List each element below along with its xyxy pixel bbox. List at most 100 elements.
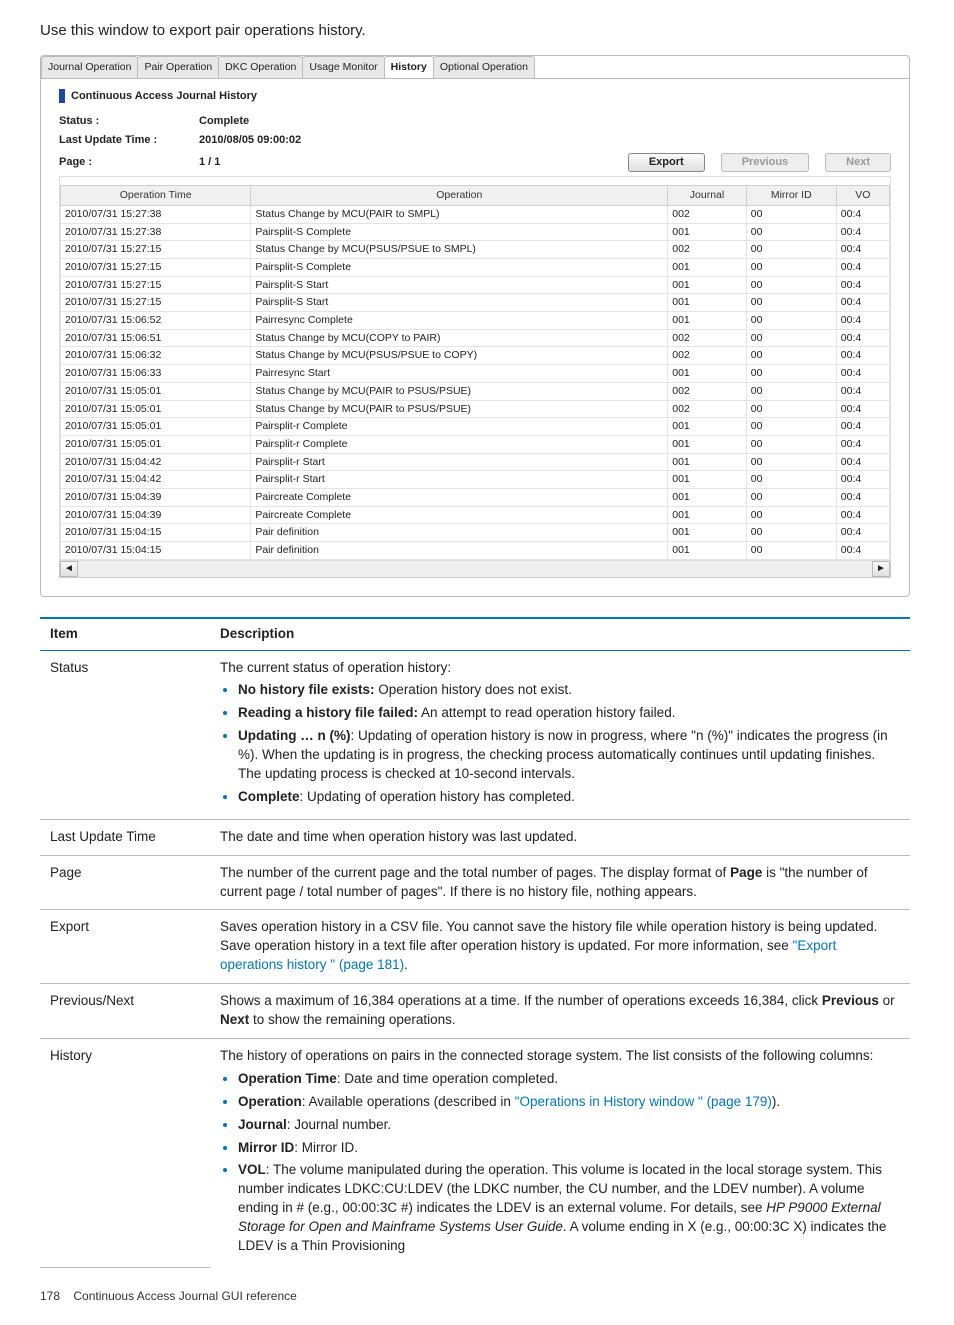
row-export-key: Export xyxy=(40,910,210,984)
grid-cell: 002 xyxy=(668,400,747,418)
grid-cell: 001 xyxy=(668,453,747,471)
t: : Updating of operation history has comp… xyxy=(300,789,575,804)
grid-cell: Status Change by MCU(PAIR to SMPL) xyxy=(251,205,668,223)
table-row[interactable]: 2010/07/31 15:04:15Pair definition001000… xyxy=(61,542,890,560)
grid-cell: 2010/07/31 15:27:38 xyxy=(61,205,251,223)
grid-header[interactable]: Operation Time xyxy=(61,186,251,206)
table-row[interactable]: 2010/07/31 15:04:15Pair definition001000… xyxy=(61,524,890,542)
grid-cell: 00 xyxy=(746,276,836,294)
table-row[interactable]: 2010/07/31 15:27:15Pairsplit-S Start0010… xyxy=(61,294,890,312)
table-row[interactable]: 2010/07/31 15:06:32Status Change by MCU(… xyxy=(61,347,890,365)
grid-cell: 00 xyxy=(746,506,836,524)
t: to show the remaining operations. xyxy=(249,1012,455,1027)
tab-optional-operation[interactable]: Optional Operation xyxy=(433,56,535,78)
tab-pair-operation[interactable]: Pair Operation xyxy=(137,56,219,78)
grid-header[interactable]: Journal xyxy=(668,186,747,206)
grid-cell: 002 xyxy=(668,329,747,347)
table-row[interactable]: 2010/07/31 15:04:39Paircreate Complete00… xyxy=(61,506,890,524)
page-number: 178 xyxy=(40,1289,60,1303)
tab-history[interactable]: History xyxy=(384,56,434,78)
grid-cell: Status Change by MCU(PAIR to PSUS/PSUE) xyxy=(251,400,668,418)
grid-cell: Pairsplit-r Start xyxy=(251,471,668,489)
grid-header[interactable]: Mirror ID xyxy=(746,186,836,206)
page-label: Page : xyxy=(59,155,199,170)
grid-cell: Paircreate Complete xyxy=(251,488,668,506)
t: The number of the current page and the t… xyxy=(220,865,730,880)
grid-cell: 2010/07/31 15:04:42 xyxy=(61,471,251,489)
grid-cell: 001 xyxy=(668,418,747,436)
grid-cell: 00 xyxy=(746,400,836,418)
grid-cell: 001 xyxy=(668,506,747,524)
grid-cell: 2010/07/31 15:05:01 xyxy=(61,435,251,453)
table-row[interactable]: 2010/07/31 15:05:01Status Change by MCU(… xyxy=(61,382,890,400)
grid-cell: Status Change by MCU(PSUS/PSUE to SMPL) xyxy=(251,241,668,259)
table-row[interactable]: 2010/07/31 15:27:38Status Change by MCU(… xyxy=(61,205,890,223)
grid-cell: 2010/07/31 15:06:32 xyxy=(61,347,251,365)
scroll-left-icon[interactable]: ◄ xyxy=(60,561,78,577)
grid-cell: 00:4 xyxy=(836,347,889,365)
grid-header[interactable]: VO xyxy=(836,186,889,206)
grid-cell: Pairresync Complete xyxy=(251,312,668,330)
grid-cell: 00:4 xyxy=(836,294,889,312)
previous-button[interactable]: Previous xyxy=(721,153,809,172)
grid-cell: 00 xyxy=(746,488,836,506)
t: Operation history does not exist. xyxy=(375,682,572,697)
table-row[interactable]: 2010/07/31 15:06:51Status Change by MCU(… xyxy=(61,329,890,347)
description-table: Item Description Status The current stat… xyxy=(40,617,910,1269)
table-row[interactable]: 2010/07/31 15:04:42Pairsplit-r Start0010… xyxy=(61,471,890,489)
grid-cell: 00:4 xyxy=(836,471,889,489)
table-row[interactable]: 2010/07/31 15:27:15Pairsplit-S Complete0… xyxy=(61,259,890,277)
t: : Journal number. xyxy=(287,1117,391,1132)
grid-cell: Pairsplit-r Start xyxy=(251,453,668,471)
grid-cell: 00:4 xyxy=(836,312,889,330)
grid-cell: 2010/07/31 15:05:01 xyxy=(61,382,251,400)
grid-cell: 00 xyxy=(746,347,836,365)
table-row[interactable]: 2010/07/31 15:27:38Pairsplit-S Complete0… xyxy=(61,223,890,241)
row-export-desc: Saves operation history in a CSV file. Y… xyxy=(210,910,910,984)
t: Shows a maximum of 16,384 operations at … xyxy=(220,993,822,1008)
grid-cell: 00 xyxy=(746,294,836,312)
horizontal-scrollbar[interactable]: ◄ ► xyxy=(59,561,891,578)
table-row[interactable]: 2010/07/31 15:06:52Pairresync Complete00… xyxy=(61,312,890,330)
grid-cell: 002 xyxy=(668,382,747,400)
grid-cell: 00 xyxy=(746,471,836,489)
grid-cell: 00:4 xyxy=(836,524,889,542)
b: Operation xyxy=(238,1094,302,1109)
grid-cell: 00 xyxy=(746,382,836,400)
grid-cell: 001 xyxy=(668,312,747,330)
table-row[interactable]: 2010/07/31 15:04:39Paircreate Complete00… xyxy=(61,488,890,506)
row-page-desc: The number of the current page and the t… xyxy=(210,855,910,910)
table-row[interactable]: 2010/07/31 15:05:01Pairsplit-r Complete0… xyxy=(61,418,890,436)
table-row[interactable]: 2010/07/31 15:05:01Status Change by MCU(… xyxy=(61,400,890,418)
grid-cell: 001 xyxy=(668,259,747,277)
tab-journal-operation[interactable]: Journal Operation xyxy=(41,56,138,78)
t: or xyxy=(879,993,895,1008)
grid-cell: 00:4 xyxy=(836,418,889,436)
row-status-key: Status xyxy=(40,650,210,819)
grid-cell: 2010/07/31 15:06:51 xyxy=(61,329,251,347)
tab-dkc-operation[interactable]: DKC Operation xyxy=(218,56,303,78)
title-bar-icon xyxy=(59,89,65,103)
grid-cell: 001 xyxy=(668,276,747,294)
grid-cell: 00 xyxy=(746,223,836,241)
tab-usage-monitor[interactable]: Usage Monitor xyxy=(302,56,384,78)
grid-cell: 00:4 xyxy=(836,435,889,453)
table-row[interactable]: 2010/07/31 15:06:33Pairresync Start00100… xyxy=(61,365,890,383)
table-row[interactable]: 2010/07/31 15:04:42Pairsplit-r Start0010… xyxy=(61,453,890,471)
next-button[interactable]: Next xyxy=(825,153,891,172)
grid-cell: 00 xyxy=(746,365,836,383)
scroll-right-icon[interactable]: ► xyxy=(872,561,890,577)
table-row[interactable]: 2010/07/31 15:05:01Pairsplit-r Complete0… xyxy=(61,435,890,453)
table-row[interactable]: 2010/07/31 15:27:15Pairsplit-S Start0010… xyxy=(61,276,890,294)
history-bullet: VOL: The volume manipulated during the o… xyxy=(238,1161,900,1255)
status-lead: The current status of operation history: xyxy=(220,660,451,675)
b: Complete xyxy=(238,789,300,804)
grid-cell: Pairsplit-S Start xyxy=(251,276,668,294)
t: : Date and time operation completed. xyxy=(337,1071,558,1086)
b: Previous xyxy=(822,993,879,1008)
table-row[interactable]: 2010/07/31 15:27:15Status Change by MCU(… xyxy=(61,241,890,259)
grid-header[interactable]: Operation xyxy=(251,186,668,206)
operations-link[interactable]: "Operations in History window " (page 17… xyxy=(515,1094,772,1109)
grid-cell: 2010/07/31 15:27:15 xyxy=(61,276,251,294)
export-button[interactable]: Export xyxy=(628,153,705,172)
